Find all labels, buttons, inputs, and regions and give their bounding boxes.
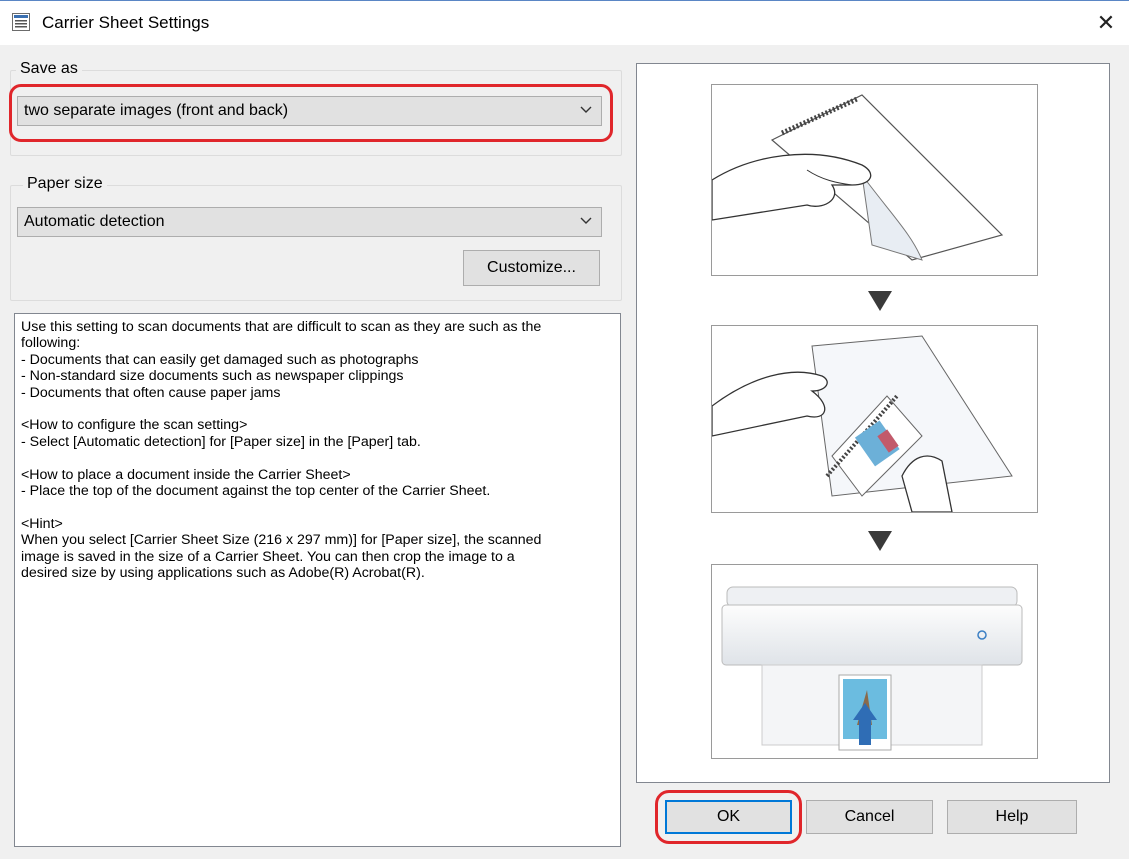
description-line: - Documents that often cause paper jams <box>21 384 281 401</box>
illustration-step-2 <box>711 325 1038 513</box>
scanner-feed-illustration <box>721 586 1023 751</box>
description-line: desired size by using applications such … <box>21 565 425 582</box>
chevron-down-icon <box>580 106 592 113</box>
close-icon: ✕ <box>1096 10 1116 35</box>
title-bar: Carrier Sheet Settings ✕ <box>0 0 1129 45</box>
save-as-dropdown[interactable]: two separate images (front and back) <box>17 96 602 126</box>
document-insert-illustration <box>712 335 1013 512</box>
illustration-step-1 <box>711 84 1038 276</box>
window-title: Carrier Sheet Settings <box>42 13 210 32</box>
settings-window-icon <box>12 13 30 31</box>
description-text: Use this setting to scan documents that … <box>14 313 621 847</box>
paper-size-label: Paper size <box>23 175 107 193</box>
description-line: <Hint> <box>21 515 63 532</box>
description-line: following: <box>21 335 81 352</box>
description-line: - Documents that can easily get damaged … <box>21 351 419 368</box>
save-as-label: Save as <box>16 60 82 78</box>
description-line <box>21 401 614 417</box>
illustration-step-3 <box>711 564 1038 759</box>
description-line: - Select [Automatic detection] for [Pape… <box>21 433 421 450</box>
paper-size-dropdown[interactable]: Automatic detection <box>17 207 602 237</box>
cancel-button[interactable]: Cancel <box>806 800 933 834</box>
description-line <box>21 499 614 515</box>
description-line <box>21 450 614 466</box>
close-button[interactable]: ✕ <box>1083 1 1129 45</box>
customize-button[interactable]: Customize... <box>463 250 600 286</box>
down-arrow-icon <box>868 291 892 311</box>
down-arrow-icon <box>868 531 892 551</box>
description-line: Use this setting to scan documents that … <box>21 319 542 335</box>
chevron-down-icon <box>580 217 592 224</box>
description-line: When you select [Carrier Sheet Size (216… <box>21 532 542 549</box>
description-line: - Non-standard size documents such as ne… <box>21 368 404 385</box>
help-button[interactable]: Help <box>947 800 1077 834</box>
save-as-value: two separate images (front and back) <box>24 102 289 119</box>
paper-size-value: Automatic detection <box>24 213 165 230</box>
description-line: - Place the top of the document against … <box>21 483 491 500</box>
carrier-sheet-open-illustration <box>712 94 1004 261</box>
description-line: <How to place a document inside the Carr… <box>21 466 351 483</box>
description-line: <How to configure the scan setting> <box>21 417 248 434</box>
illustration-pane <box>636 63 1110 783</box>
ok-button[interactable]: OK <box>665 800 792 834</box>
description-line: image is saved in the size of a Carrier … <box>21 548 515 565</box>
